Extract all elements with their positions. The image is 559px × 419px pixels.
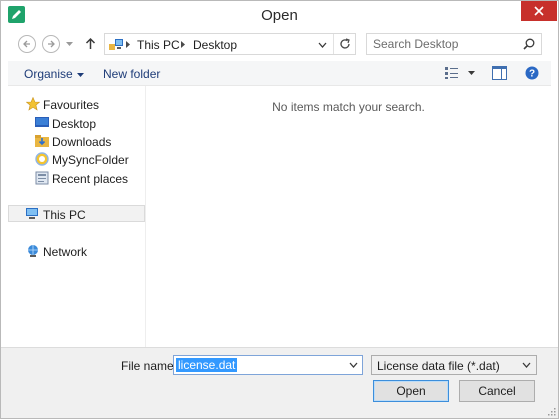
open-button[interactable]: Open	[373, 380, 449, 402]
window-title: Open	[261, 7, 298, 24]
nav-favourites-label: Favourites	[43, 98, 100, 112]
nav-network-label: Network	[43, 245, 88, 259]
address-bar[interactable]: This PC Desktop	[104, 33, 356, 55]
close-x-icon	[534, 6, 544, 16]
svg-text:?: ?	[529, 69, 535, 80]
file-name-label: File name:	[121, 359, 178, 373]
empty-message: No items match your search.	[272, 100, 425, 114]
command-toolbar: Organise New folder ?	[8, 61, 551, 86]
nav-recent-places-label: Recent places	[52, 172, 129, 186]
desktop-icon	[35, 117, 49, 127]
back-icon	[23, 40, 30, 48]
recent-dropdown-icon[interactable]	[66, 42, 73, 46]
organise-menu[interactable]: Organise	[24, 67, 84, 81]
new-folder-button[interactable]: New folder	[103, 67, 160, 81]
downloads-icon	[35, 135, 49, 147]
file-name-value[interactable]: license.dat	[176, 358, 238, 372]
chevron-down-icon	[522, 362, 531, 368]
open-dialog: Open This PC Desktop Search Desktop Orga…	[0, 0, 559, 419]
sync-folder-icon	[35, 152, 49, 166]
cancel-button[interactable]: Cancel	[459, 380, 535, 402]
file-type-select[interactable]: License data file (*.dat)	[371, 355, 537, 375]
nav-mysyncfolder-label: MySyncFolder	[52, 153, 129, 167]
up-arrow-icon[interactable]	[85, 37, 96, 50]
navigation-pane: Favourites Desktop Downloads MySyncFolde…	[8, 86, 146, 347]
chevron-down-icon[interactable]	[349, 362, 358, 368]
file-type-value: License data file (*.dat)	[377, 359, 500, 373]
chevron-down-icon	[76, 72, 84, 77]
network-icon	[28, 245, 38, 257]
forward-icon	[48, 40, 55, 48]
close-button[interactable]	[521, 1, 557, 21]
nav-downloads-label: Downloads	[52, 135, 112, 149]
file-list-pane[interactable]: No items match your search.	[146, 86, 551, 347]
recent-places-icon	[35, 171, 49, 185]
this-pc-icon	[109, 39, 123, 50]
refresh-button[interactable]	[333, 34, 355, 54]
file-name-field[interactable]: license.dat	[173, 355, 363, 375]
resize-grip-icon[interactable]	[547, 407, 556, 416]
address-dropdown-icon[interactable]	[318, 42, 327, 48]
footer-panel: File name: license.dat License data file…	[1, 347, 558, 418]
breadcrumb-this-pc[interactable]: This PC	[137, 38, 180, 52]
search-icon[interactable]	[523, 38, 535, 50]
organise-label: Organise	[24, 67, 73, 81]
breadcrumb-separator-icon	[181, 41, 185, 48]
view-dropdown-icon[interactable]	[468, 71, 475, 75]
view-options-icon[interactable]	[444, 66, 460, 80]
search-box[interactable]	[366, 33, 542, 55]
preview-pane-icon[interactable]	[492, 66, 507, 80]
address-row: This PC Desktop	[1, 29, 558, 59]
help-icon[interactable]: ?	[525, 66, 539, 80]
forward-button[interactable]	[42, 35, 60, 53]
nav-desktop-label: Desktop	[52, 117, 97, 131]
computer-icon	[26, 208, 38, 219]
title-bar[interactable]: Open	[1, 1, 558, 29]
refresh-icon	[340, 38, 350, 49]
nav-this-pc-label: This PC	[43, 208, 86, 222]
search-input[interactable]	[367, 34, 517, 54]
breadcrumb-separator-icon	[126, 41, 130, 48]
breadcrumb-desktop[interactable]: Desktop	[193, 38, 237, 52]
star-icon	[26, 97, 40, 111]
back-button[interactable]	[18, 35, 36, 53]
